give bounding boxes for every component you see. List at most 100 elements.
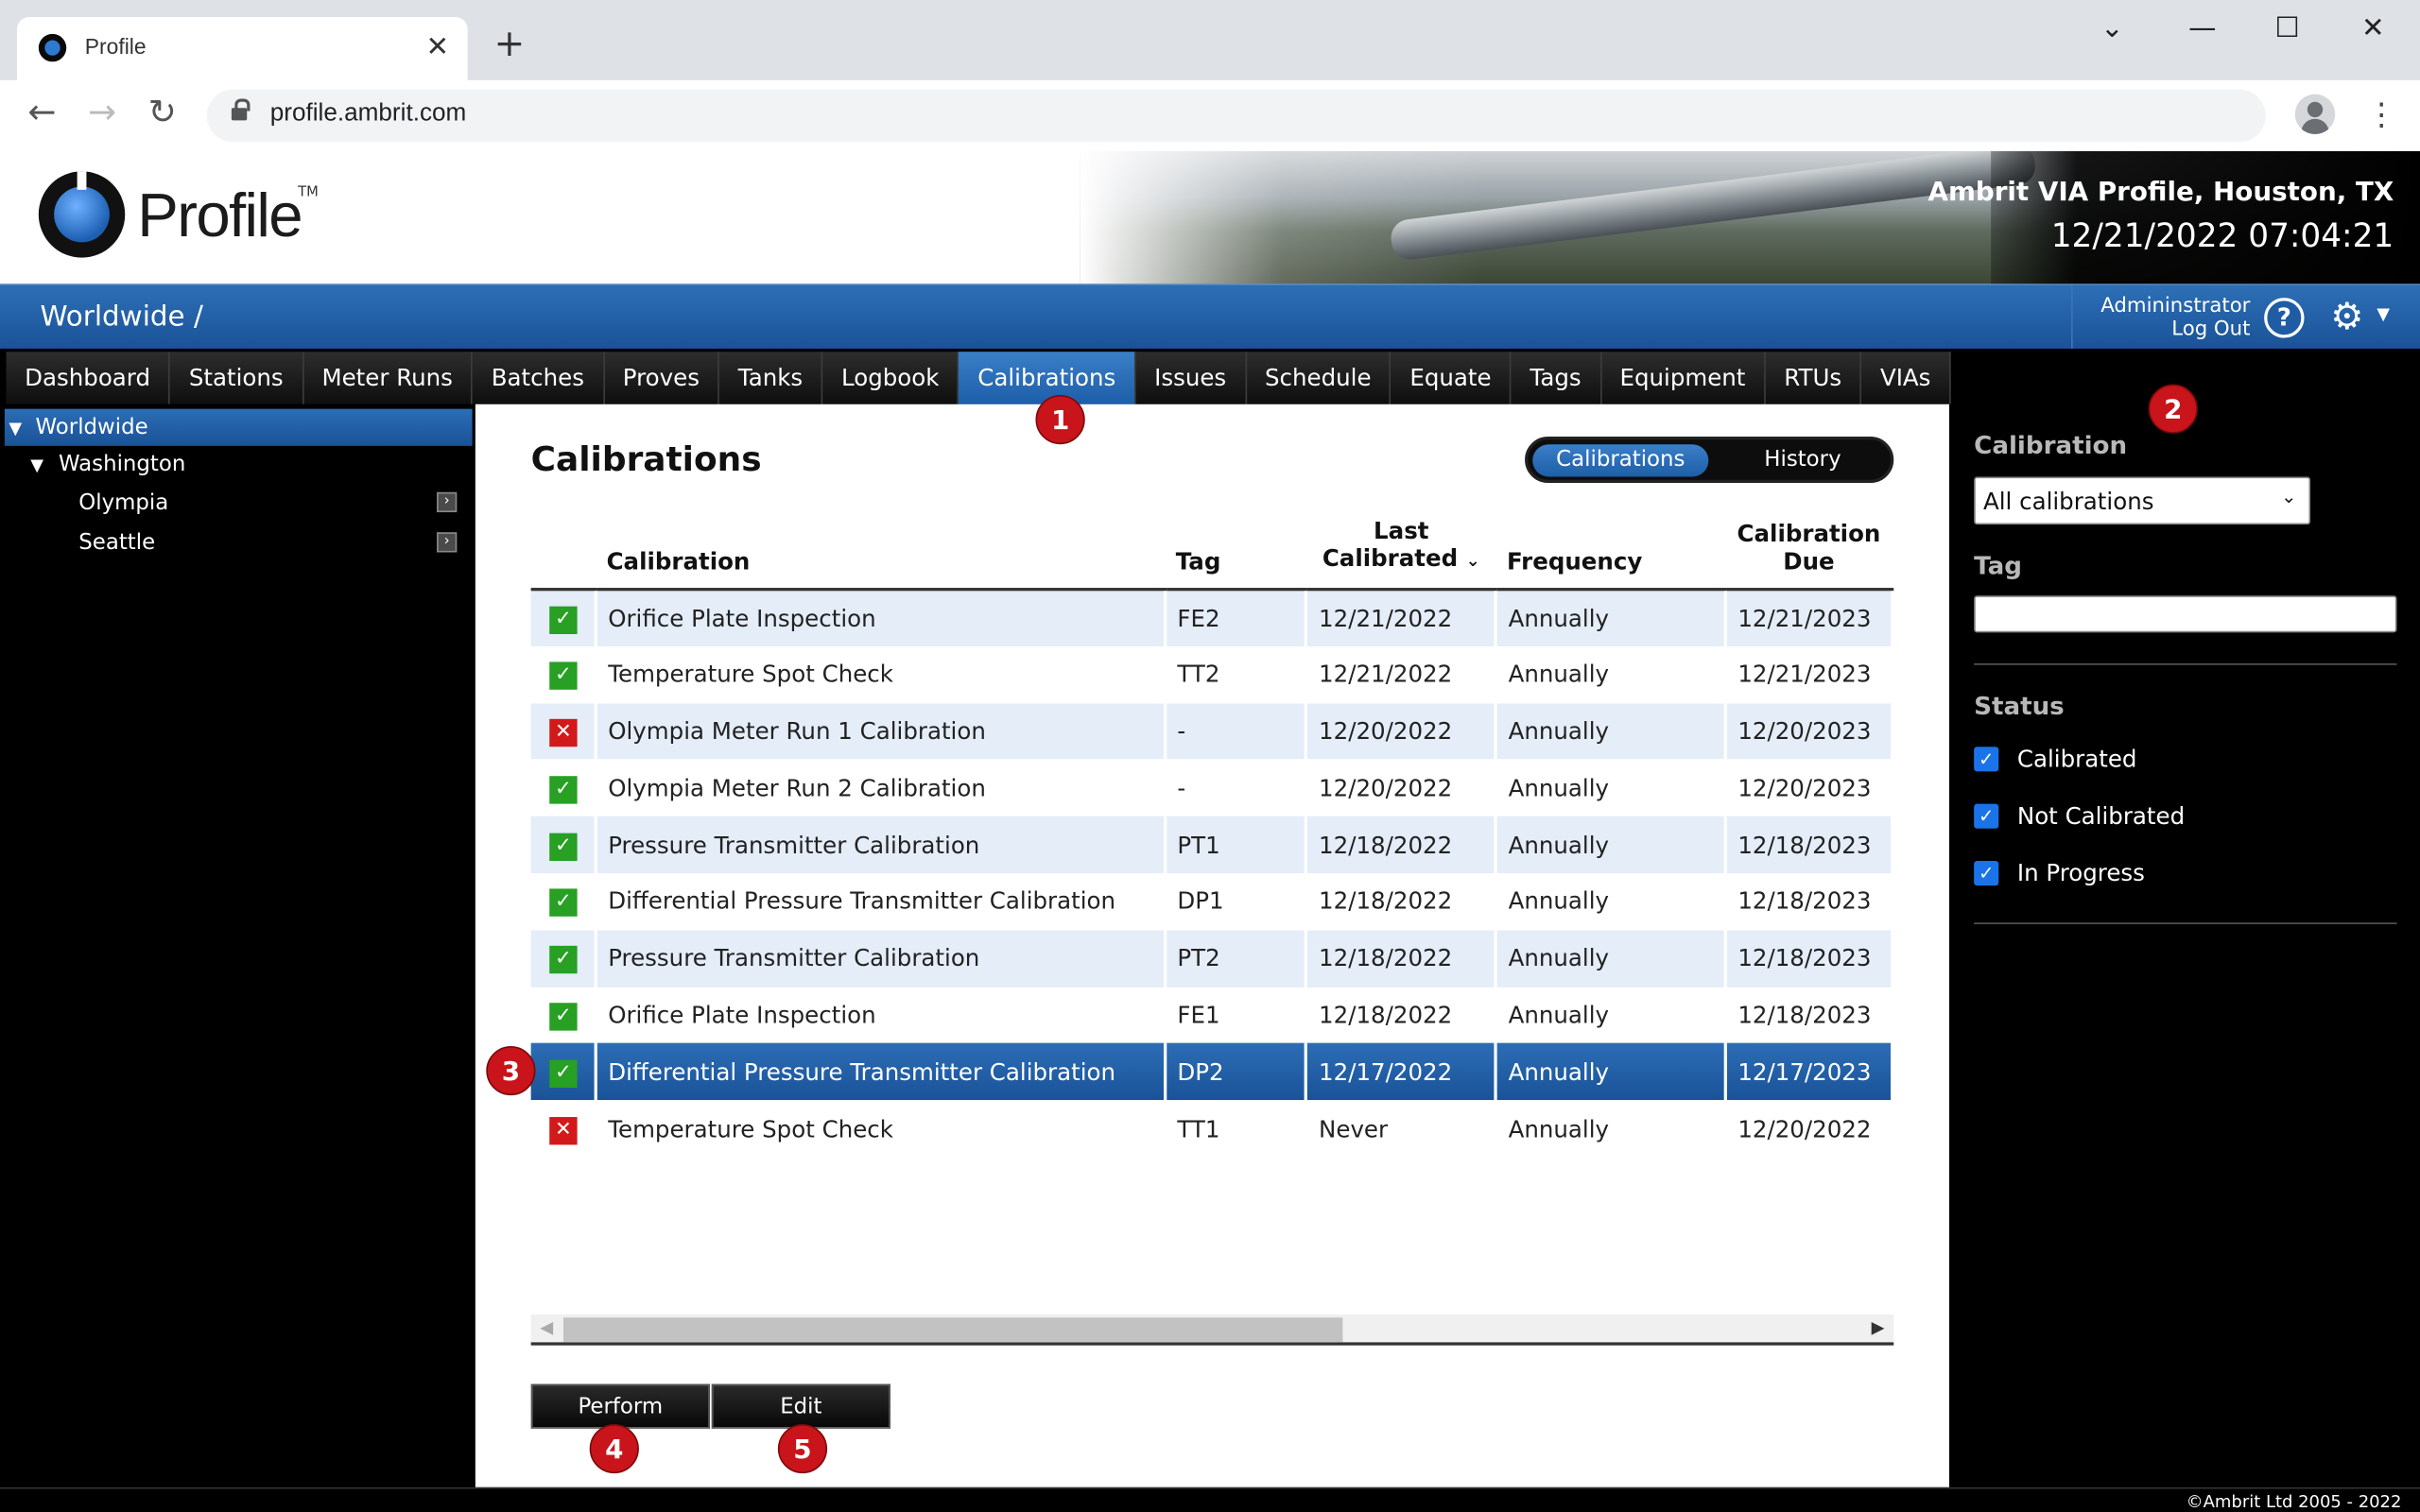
calibrated-check-icon: ✓ (549, 832, 578, 861)
cell-last: 12/18/2022 (1305, 816, 1498, 874)
nav-item-stations[interactable]: Stations (170, 352, 303, 404)
header-label: Calibrated (1322, 544, 1459, 573)
forward-arrow-icon[interactable]: → (88, 96, 116, 131)
help-icon[interactable]: ? (2264, 298, 2305, 338)
new-tab-icon[interactable]: + (493, 25, 525, 61)
toggle-calibrations[interactable]: Calibrations (1532, 444, 1709, 477)
tab-search-chevron-icon[interactable]: ⌄ (2100, 12, 2124, 44)
horizontal-scrollbar[interactable]: ◀ ▶ (530, 1314, 1894, 1346)
logout-link[interactable]: Log Out (2085, 318, 2250, 340)
column-header-calibration-due[interactable]: Calibration Due (1725, 512, 1893, 592)
cell-calibration: Temperature Spot Check (596, 645, 1167, 703)
nav-item-calibrations[interactable]: Calibrations (959, 352, 1136, 404)
url-text: profile.ambrit.com (269, 100, 467, 127)
minimize-icon[interactable]: — (2188, 12, 2216, 44)
checkbox-checked-icon[interactable]: ✓ (1974, 803, 1999, 829)
nav-item-schedule[interactable]: Schedule (1246, 352, 1392, 404)
browser-tab[interactable]: Profile ✕ (16, 16, 468, 80)
nav-item-logbook[interactable]: Logbook (822, 352, 959, 404)
nav-item-batches[interactable]: Batches (473, 352, 605, 404)
toggle-history[interactable]: History (1725, 444, 1879, 476)
checkbox-checked-icon[interactable]: ✓ (1974, 747, 1999, 772)
calibrated-check-icon: ✓ (549, 889, 578, 918)
table-row[interactable]: ✕ Temperature Spot Check TT1 Never Annually 1… (530, 1100, 1894, 1158)
tag-input[interactable] (1974, 595, 2397, 633)
tree-node-worldwide[interactable]: ▼ Worldwide (4, 408, 473, 446)
status-cell: ✓ (530, 1043, 597, 1101)
column-header-frequency[interactable]: Frequency (1495, 512, 1726, 592)
tree-node-olympia[interactable]: Olympia › (5, 485, 473, 522)
scroll-right-icon[interactable]: ▶ (1872, 1317, 1885, 1337)
table-row[interactable]: ✓ Orifice Plate Inspection FE2 12/21/2022 An… (530, 589, 1894, 646)
table-row[interactable]: ✕ Olympia Meter Run 1 Calibration -12/20/2… (530, 702, 1894, 760)
cell-last: Never (1305, 1100, 1498, 1158)
nav-item-rtus[interactable]: RTUs (1766, 352, 1862, 404)
table-row[interactable]: ✓ Temperature Spot Check TT2 12/21/2022 Annu… (530, 645, 1894, 703)
cell-frequency: Annually (1495, 589, 1727, 646)
nav-item-issues[interactable]: Issues (1136, 352, 1247, 404)
calibration-select[interactable]: All calibrations ⌄ (1974, 476, 2311, 525)
checkbox-label: In Progress (2016, 859, 2145, 887)
checkbox-checked-icon[interactable]: ✓ (1974, 861, 1999, 886)
nav-item-meter-runs[interactable]: Meter Runs (303, 352, 474, 404)
status-cell: ✕ (530, 702, 597, 760)
nav-item-vias[interactable]: VIAs (1861, 352, 1951, 404)
chevron-right-icon[interactable]: › (437, 532, 458, 553)
table-row[interactable]: ✓ Differential Pressure Transmitter Calib… (530, 1043, 1894, 1101)
breadcrumb[interactable]: Worldwide / (40, 301, 202, 333)
gear-icon[interactable]: ⚙ (2330, 298, 2363, 335)
nav-item-proves[interactable]: Proves (604, 352, 720, 404)
tree-node-seattle[interactable]: Seattle › (5, 524, 473, 561)
edit-button[interactable]: Edit (711, 1383, 891, 1429)
caret-down-icon[interactable]: ▼ (2377, 304, 2390, 324)
close-window-icon[interactable]: ✕ (2361, 12, 2385, 44)
header-banner: Profile TM Ambrit VIA Profile, Houston, … (0, 151, 2420, 284)
nav-item-equate[interactable]: Equate (1392, 352, 1512, 404)
reload-icon[interactable]: ↻ (148, 96, 177, 131)
nav-item-equipment[interactable]: Equipment (1601, 352, 1766, 404)
chevron-down-icon[interactable]: ▼ (26, 455, 48, 474)
cell-calibration: Differential Pressure Transmitter Calibr… (596, 1043, 1167, 1101)
nav-item-tanks[interactable]: Tanks (719, 352, 823, 404)
close-tab-icon[interactable]: ✕ (425, 31, 449, 63)
tree-node-washington[interactable]: ▼ Washington (5, 446, 473, 483)
column-header-tag[interactable]: Tag (1165, 512, 1306, 592)
sort-desc-icon[interactable]: ⌄ (1466, 551, 1480, 571)
site-name: Ambrit VIA Profile, Houston, TX (1927, 177, 2394, 209)
maximize-icon[interactable]: ☐ (2275, 12, 2300, 44)
status-cell: ✓ (530, 873, 597, 931)
cell-due: 12/18/2023 (1725, 930, 1894, 988)
table-row[interactable]: ✓ Orifice Plate Inspection FE1 12/18/2022 An… (530, 987, 1894, 1044)
status-calibrated-checkbox[interactable]: ✓ Calibrated (1974, 746, 2136, 773)
scroll-left-icon[interactable]: ◀ (540, 1317, 553, 1337)
perform-button[interactable]: Perform (530, 1383, 711, 1429)
status-in-progress-checkbox[interactable]: ✓ In Progress (1974, 859, 2145, 887)
column-header-last-calibrated[interactable]: Last Calibrated ⌄ (1305, 512, 1496, 592)
tab-title: Profile (84, 33, 147, 60)
callout-marker-2: 2 (2148, 384, 2198, 434)
cell-frequency: Annually (1495, 930, 1727, 988)
table-row[interactable]: ✓ Pressure Transmitter Calibration PT1 12/1… (530, 816, 1894, 874)
table-row[interactable]: ✓ Differential Pressure Transmitter Calib… (530, 873, 1894, 931)
status-not-calibrated-checkbox[interactable]: ✓ Not Calibrated (1974, 802, 2185, 830)
cell-last: 12/20/2022 (1305, 759, 1498, 816)
browser-menu-icon[interactable]: ⋮ (2366, 98, 2397, 129)
nav-item-tags[interactable]: Tags (1512, 352, 1601, 404)
table-row[interactable]: ✓ Pressure Transmitter Calibration PT2 12/1… (530, 930, 1894, 988)
user-name[interactable]: Admininstrator (2085, 295, 2250, 318)
back-arrow-icon[interactable]: ← (27, 96, 56, 131)
table-row[interactable]: ✓ Olympia Meter Run 2 Calibration -12/20/2… (530, 759, 1894, 816)
browser-profile-icon[interactable] (2294, 94, 2336, 135)
tree-label: Worldwide (35, 415, 148, 440)
chevron-down-icon[interactable]: ▼ (5, 418, 26, 438)
cell-last: 12/18/2022 (1305, 930, 1498, 988)
address-bar-row: ← → ↻ profile.ambrit.com ⋮ (0, 79, 2420, 151)
column-header-calibration[interactable]: Calibration (596, 512, 1166, 592)
scrollbar-thumb[interactable] (562, 1317, 1343, 1343)
cell-due: 12/18/2023 (1725, 816, 1894, 874)
calibrated-check-icon: ✓ (549, 606, 578, 634)
chevron-right-icon[interactable]: › (437, 491, 458, 513)
address-bar[interactable]: profile.ambrit.com (206, 89, 2266, 143)
location-tree: ▼ Worldwide ▼ Washington Olympia › Seatt… (0, 404, 475, 1487)
nav-item-dashboard[interactable]: Dashboard (7, 352, 171, 404)
